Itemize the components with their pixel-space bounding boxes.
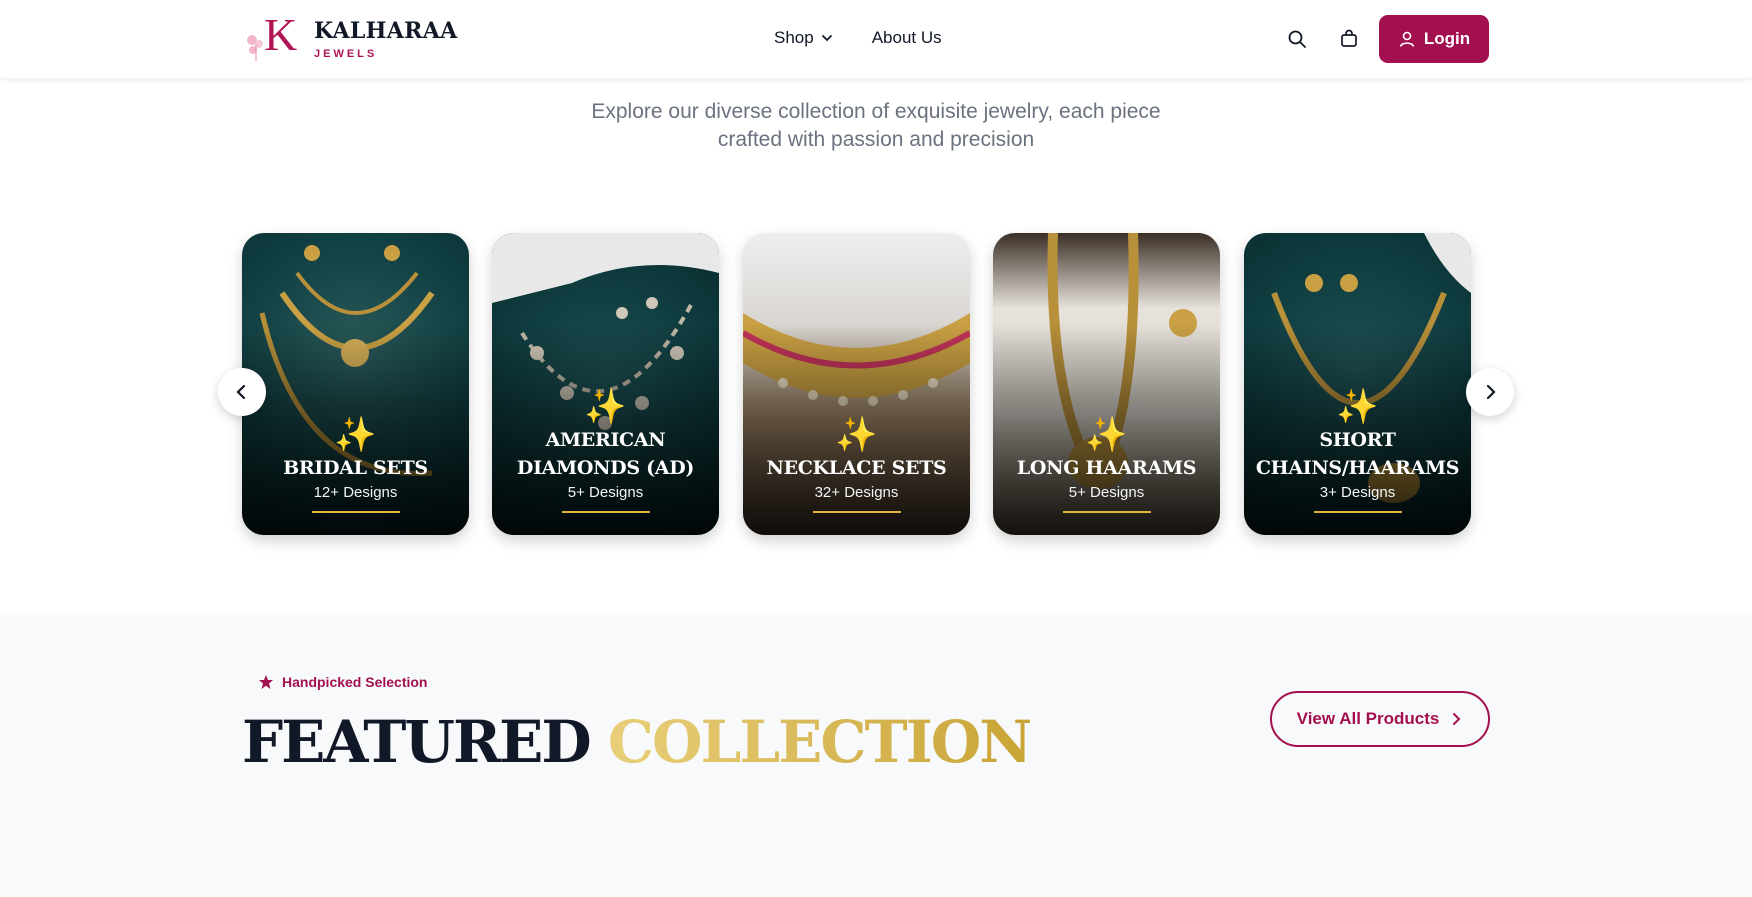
category-card-necklace-sets[interactable]: ✨ NECKLACE SETS 32+ Designs	[743, 233, 970, 535]
gold-divider	[1313, 511, 1402, 513]
view-all-label: View All Products	[1296, 709, 1440, 728]
sparkle-icon: ✨	[334, 416, 377, 454]
brand-subtitle: JEWELS	[314, 48, 378, 60]
category-title: LONG HAARAMS	[1016, 457, 1197, 479]
carousel-next-button[interactable]	[1466, 368, 1514, 416]
gold-divider	[1062, 511, 1151, 513]
nav-shop-label: Shop	[774, 28, 814, 47]
gold-divider	[561, 511, 650, 513]
category-card-american-diamonds[interactable]: ✨ AMERICAN DIAMONDS (AD) 5+ Designs	[492, 233, 719, 535]
featured-title-part1: FEATURED	[242, 708, 592, 776]
search-button[interactable]	[1284, 26, 1310, 52]
logo-mark: K	[244, 12, 304, 62]
nav-about-us[interactable]: About Us	[872, 28, 942, 48]
bag-icon	[1341, 29, 1357, 47]
category-title: AMERICAN DIAMONDS (AD)	[516, 429, 695, 479]
sparkle-icon: ✨	[584, 388, 627, 426]
category-card-long-haarams[interactable]: ✨ LONG HAARAMS 5+ Designs	[993, 233, 1220, 535]
sparkle-icon: ✨	[1085, 416, 1128, 454]
category-count: 32+ Designs	[814, 484, 899, 501]
view-all-products-button[interactable]: View All Products	[1270, 691, 1490, 747]
collection-intro: Explore our diverse collection of exquis…	[0, 98, 1752, 154]
login-label: Login	[1423, 29, 1471, 48]
carousel-prev-button[interactable]	[218, 368, 266, 416]
gold-divider	[812, 511, 901, 513]
user-icon	[1399, 31, 1415, 47]
sparkle-icon: ✨	[1336, 388, 1379, 426]
category-card-bridal-sets[interactable]: ✨ BRIDAL SETS 12+ Designs	[242, 233, 469, 535]
sparkle-icon: ✨	[835, 416, 878, 454]
featured-title-part2: COLLECTION	[607, 708, 1032, 776]
category-card-short-chains[interactable]: ✨ SHORT CHAINS/HAARAMS 3+ Designs	[1244, 233, 1471, 535]
chevron-down-icon	[821, 35, 832, 42]
star-icon	[259, 675, 273, 689]
category-title: BRIDAL SETS	[283, 457, 428, 479]
chevron-right-icon	[1453, 713, 1461, 725]
main-nav: Shop About Us	[774, 28, 942, 48]
category-count: 12+ Designs	[313, 484, 398, 501]
chevron-right-icon	[1486, 384, 1496, 400]
site-header: K KALHARAA JEWELS Shop About Us Login	[0, 0, 1752, 78]
login-button[interactable]: Login	[1379, 15, 1489, 63]
nav-about-label: About Us	[871, 28, 942, 47]
cart-button[interactable]	[1336, 26, 1362, 52]
featured-title: FEATURED COLLECTION	[242, 713, 1032, 771]
category-title: SHORT CHAINS/HAARAMS	[1255, 429, 1460, 479]
category-count: 3+ Designs	[1319, 484, 1396, 501]
category-title: NECKLACE SETS	[766, 457, 947, 479]
featured-section: Handpicked Selection FEATURED COLLECTION…	[0, 615, 1752, 897]
category-count: 5+ Designs	[567, 484, 644, 501]
badge-label: Handpicked Selection	[282, 674, 428, 690]
intro-line-2: crafted with passion and precision	[717, 128, 1035, 151]
brand-logo[interactable]: K KALHARAA JEWELS	[244, 12, 458, 62]
gold-divider	[311, 511, 400, 513]
nav-shop[interactable]: Shop	[774, 28, 834, 48]
brand-name: KALHARAA	[314, 18, 458, 44]
category-count: 5+ Designs	[1068, 484, 1145, 501]
handpicked-badge: Handpicked Selection	[258, 674, 427, 690]
chevron-left-icon	[236, 384, 246, 400]
intro-line-1: Explore our diverse collection of exquis…	[591, 100, 1161, 123]
search-icon	[1288, 30, 1306, 48]
